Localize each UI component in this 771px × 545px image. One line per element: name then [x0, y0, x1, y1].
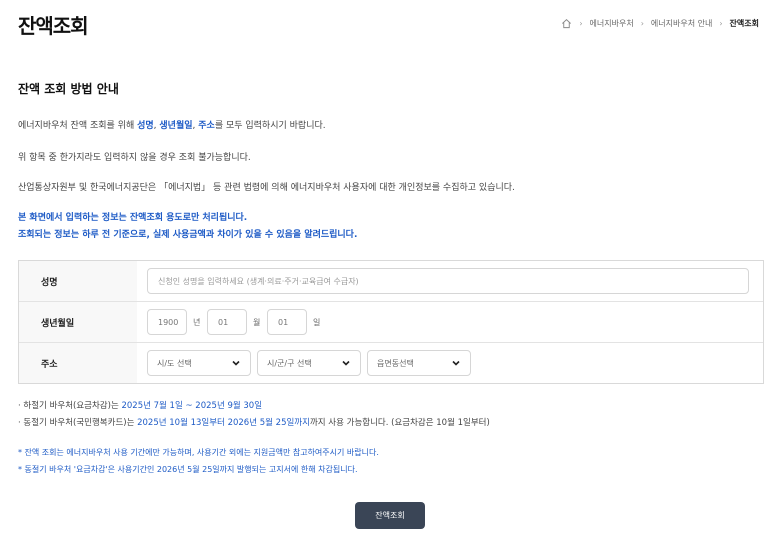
year-unit: 년: [193, 318, 201, 327]
bill-deduction-warning: * 동절기 바우처 '요금차감'은 사용기간인 2026년 5월 25일까지 발…: [18, 465, 358, 474]
birth-label: 생년월일: [19, 302, 137, 342]
form-row-name: 성명 신청인 성명을 입력하세요 (생계·의료·주거·교육급여 수급자): [19, 261, 763, 302]
form-row-address: 주소 시/도 선택 시/군/구 선택 읍면동선택: [19, 343, 763, 383]
balance-inquiry-button[interactable]: 잔액조회: [355, 502, 425, 529]
guide-title: 잔액 조회 방법 안내: [18, 82, 119, 96]
winter-voucher-info: · 동절기 바우처(국민행복카드)는 2025년 10월 13일부터 2026년…: [18, 418, 490, 428]
balance-inquiry-form: 성명 신청인 성명을 입력하세요 (생계·의료·주거·교육급여 수급자) 생년월…: [18, 260, 764, 384]
sigungu-select[interactable]: 시/군/구 선택: [257, 350, 361, 376]
birth-year-input[interactable]: 1900: [147, 309, 187, 335]
guide-line-warning: 위 항목 중 한가지라도 입력하지 않을 경우 조회 불가능합니다.: [18, 153, 251, 163]
page-title: 잔액조회: [18, 14, 89, 38]
address-label: 주소: [19, 343, 137, 383]
birth-day-input[interactable]: 01: [267, 309, 307, 335]
chevron-down-icon: [452, 360, 460, 366]
form-row-birth: 생년월일 1900 년 01 월 01 일: [19, 302, 763, 343]
sido-select[interactable]: 시/도 선택: [147, 350, 251, 376]
guide-notice-baseline: 조회되는 정보는 하루 전 기준으로, 실제 사용금액과 차이가 있을 수 있음…: [18, 230, 358, 240]
chevron-right-icon: ›: [719, 19, 723, 28]
breadcrumb-item-energy-voucher[interactable]: 에너지바우처: [590, 18, 634, 29]
chevron-right-icon: ›: [579, 19, 583, 28]
birth-month-input[interactable]: 01: [207, 309, 247, 335]
chevron-down-icon: [232, 360, 240, 366]
home-icon[interactable]: [561, 18, 572, 29]
guide-line-privacy: 산업통상자원부 및 한국에너지공단은 「에너지법」 등 관련 법령에 의해 에너…: [18, 183, 515, 193]
day-unit: 일: [313, 318, 321, 327]
chevron-down-icon: [342, 360, 350, 366]
breadcrumb: › 에너지바우처 › 에너지바우처 안내 › 잔액조회: [561, 18, 759, 29]
name-input[interactable]: 신청인 성명을 입력하세요 (생계·의료·주거·교육급여 수급자): [147, 268, 749, 294]
chevron-right-icon: ›: [640, 19, 644, 28]
summer-voucher-info: · 하절기 바우처(요금차감)는 2025년 7월 1일 ~ 2025년 9월 …: [18, 401, 263, 411]
month-unit: 월: [253, 318, 261, 327]
usage-period-warning: * 잔액 조회는 에너지바우처 사용 기간에만 가능하며, 사용기간 외에는 지…: [18, 448, 379, 457]
guide-notice-usage: 본 화면에서 입력하는 정보는 잔액조회 용도로만 처리됩니다.: [18, 213, 248, 223]
eupmyeondong-select[interactable]: 읍면동선택: [367, 350, 471, 376]
breadcrumb-item-voucher-guide[interactable]: 에너지바우처 안내: [651, 18, 712, 29]
breadcrumb-item-current: 잔액조회: [729, 19, 759, 28]
guide-line-required: 에너지바우처 잔액 조회를 위해 성명, 생년월일, 주소를 모두 입력하시기 …: [18, 121, 326, 131]
name-label: 성명: [19, 261, 137, 301]
